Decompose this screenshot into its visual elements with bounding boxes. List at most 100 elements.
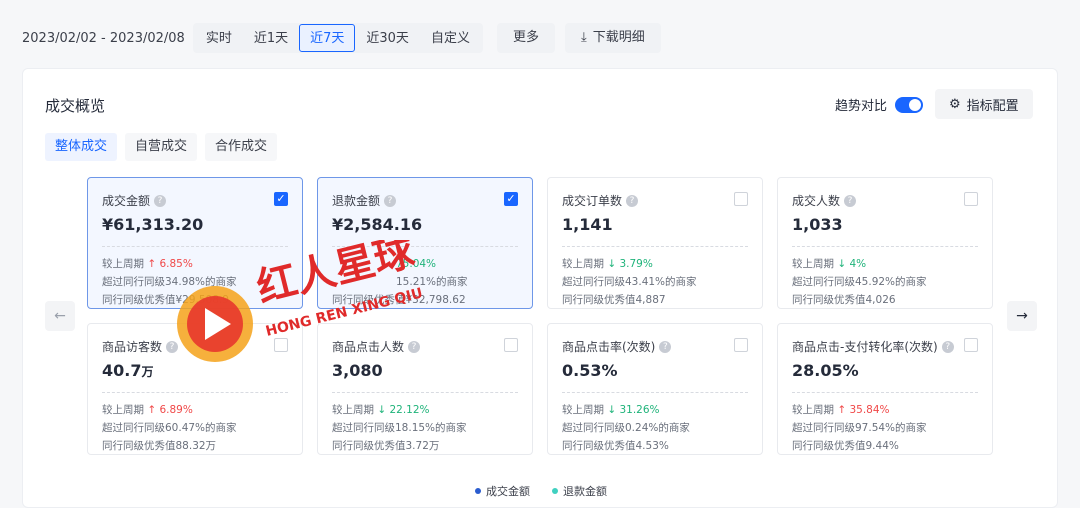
question-circle-icon: ? xyxy=(844,194,857,207)
divider xyxy=(562,392,748,393)
sub-tabs: 整体成交 自营成交 合作成交 xyxy=(45,133,278,161)
period-label: 较上周期 xyxy=(792,404,834,416)
metric-card[interactable]: 商品点击人数? 3,080 较上周期 ↓ 22.12% 超过同行同级18.15%… xyxy=(317,323,533,455)
card-checkbox[interactable]: ✓ xyxy=(504,192,518,206)
metric-card[interactable]: 成交人数? 1,033 较上周期 ↓ 4% 超过同行同级45.92%的商家 同行… xyxy=(777,177,993,309)
period-label: 较上周期 xyxy=(102,404,144,416)
card-checkbox[interactable] xyxy=(964,192,978,206)
card-checkbox[interactable] xyxy=(964,338,978,352)
change-down: ↓ 22.12% xyxy=(377,404,430,416)
metric-card[interactable]: 商品点击-支付转化率(次数)? 28.05% 较上周期 ↑ 35.84% 超过同… xyxy=(777,323,993,455)
divider xyxy=(102,246,288,247)
download-button[interactable]: ⤓ 下载明细 xyxy=(564,23,661,53)
metric-card[interactable]: 成交金额? ✓ ¥61,313.20 较上周期 ↑ 6.85% 超过同行同级34… xyxy=(87,177,303,309)
card-checkbox[interactable] xyxy=(274,338,288,352)
tab-realtime[interactable]: 实时 xyxy=(195,24,243,52)
period-label: 较上周期 xyxy=(332,404,374,416)
peer-excellent: 同行同级优秀值4,887 xyxy=(562,294,666,306)
card-value: 1,141 xyxy=(562,215,613,234)
peer-percent: 超过同行同级34.98%的商家 xyxy=(102,276,237,288)
tab-1day[interactable]: 近1天 xyxy=(243,24,299,52)
peer-excellent: 同行同级优秀值4,026 xyxy=(792,294,896,306)
tab-custom[interactable]: 自定义 xyxy=(420,24,481,52)
change-value: 35.84% xyxy=(849,404,890,416)
panel-title: 成交概览 xyxy=(45,97,106,115)
config-label: 指标配置 xyxy=(966,98,1019,114)
tab-30days[interactable]: 近30天 xyxy=(355,24,420,52)
question-circle-icon: ? xyxy=(408,340,421,353)
peer-percent: 超过同行同级43.41%的商家 xyxy=(562,276,697,288)
card-name: 成交人数 xyxy=(792,194,841,208)
change-down: ↓ 4% xyxy=(837,258,867,270)
peer-percent: 15.21%的商家 xyxy=(396,276,468,288)
legend-item[interactable]: 成交金额 xyxy=(475,483,530,499)
tab-overall[interactable]: 整体成交 xyxy=(45,133,118,161)
arrow-right-icon[interactable]: → xyxy=(1007,301,1037,331)
card-value: 0.53% xyxy=(562,361,618,380)
metric-card[interactable]: 商品点击率(次数)? 0.53% 较上周期 ↓ 31.26% 超过同行同级0.2… xyxy=(547,323,763,455)
change-value: 3.79% xyxy=(619,258,653,270)
legend-item[interactable]: 退款金额 xyxy=(552,483,607,499)
date-range[interactable]: 2023/02/02 - 2023/02/08 xyxy=(22,31,185,46)
tab-cooperation[interactable]: 合作成交 xyxy=(205,133,278,161)
more-button[interactable]: 更多 xyxy=(496,23,555,53)
metric-card[interactable]: 商品访客数? 40.7万 较上周期 ↑ 6.89% 超过同行同级60.47%的商… xyxy=(87,323,303,455)
divider xyxy=(332,246,518,247)
peer-excellent: 同行同级优秀值¥32,798.62 xyxy=(332,294,466,306)
period-label: 较上周期 xyxy=(792,258,834,270)
metric-config-button[interactable]: ⚙ 指标配置 xyxy=(935,89,1033,119)
divider xyxy=(792,392,978,393)
divider xyxy=(102,392,288,393)
legend-label: 成交金额 xyxy=(486,485,530,498)
question-circle-icon: ? xyxy=(626,194,639,207)
card-name: 退款金额 xyxy=(332,194,381,208)
change-down: ↓ 31.26% xyxy=(607,404,660,416)
period-label: 较上周期 xyxy=(562,404,604,416)
gear-icon: ⚙ xyxy=(949,96,961,112)
metric-card[interactable]: 成交订单数? 1,141 较上周期 ↓ 3.79% 超过同行同级43.41%的商… xyxy=(547,177,763,309)
change-up: ↑ 35.84% xyxy=(837,404,890,416)
card-name: 成交金额 xyxy=(102,194,151,208)
card-value: 40.7 xyxy=(102,361,142,380)
peer-percent: 超过同行同级18.15%的商家 xyxy=(332,422,467,434)
chart-legend: 成交金额 退款金额 xyxy=(475,483,607,499)
legend-dot xyxy=(552,488,558,494)
card-checkbox[interactable] xyxy=(734,192,748,206)
period-label: 较上周期 xyxy=(102,258,144,270)
metric-card[interactable]: 退款金额? ✓ ¥2,584.16 75.04% 15.21%的商家 同行同级优… xyxy=(317,177,533,309)
peer-percent: 超过同行同级97.54%的商家 xyxy=(792,422,927,434)
arrow-left-icon[interactable]: ← xyxy=(45,301,75,331)
question-circle-icon: ? xyxy=(941,340,954,353)
peer-excellent: 同行同级优秀值4.53% xyxy=(562,440,669,452)
card-checkbox[interactable] xyxy=(734,338,748,352)
card-name: 商品访客数 xyxy=(102,340,163,354)
legend-dot xyxy=(475,488,481,494)
divider xyxy=(332,392,518,393)
card-value: ¥2,584.16 xyxy=(332,215,423,234)
range-tabs: 实时 近1天 近7天 近30天 自定义 xyxy=(192,23,483,53)
divider xyxy=(562,246,748,247)
period-label: 较上周期 xyxy=(562,258,604,270)
question-circle-icon: ? xyxy=(659,340,672,353)
tab-self-operated[interactable]: 自营成交 xyxy=(125,133,198,161)
card-checkbox[interactable]: ✓ xyxy=(274,192,288,206)
card-name: 商品点击人数 xyxy=(332,340,405,354)
card-name: 商品点击率(次数) xyxy=(562,340,656,354)
change-value: 6.89% xyxy=(159,404,193,416)
change-down: ↓ 3.79% xyxy=(607,258,653,270)
change-value: 6.85% xyxy=(159,258,193,270)
card-checkbox[interactable] xyxy=(504,338,518,352)
peer-excellent: 同行同级优秀值88.32万 xyxy=(102,440,217,452)
trend-label: 趋势对比 xyxy=(835,99,888,114)
peer-percent: 超过同行同级45.92%的商家 xyxy=(792,276,927,288)
card-name: 商品点击-支付转化率(次数) xyxy=(792,340,938,354)
peer-excellent: 同行同级优秀值9.44% xyxy=(792,440,899,452)
trend-toggle[interactable] xyxy=(895,96,924,113)
tab-7days[interactable]: 近7天 xyxy=(299,24,356,52)
card-value: 3,080 xyxy=(332,361,383,380)
download-label: 下载明细 xyxy=(592,30,645,45)
card-value: 28.05% xyxy=(792,361,859,380)
card-value: ¥61,313.20 xyxy=(102,215,204,234)
question-circle-icon: ? xyxy=(384,194,397,207)
trend-compare: 趋势对比 xyxy=(835,95,924,114)
